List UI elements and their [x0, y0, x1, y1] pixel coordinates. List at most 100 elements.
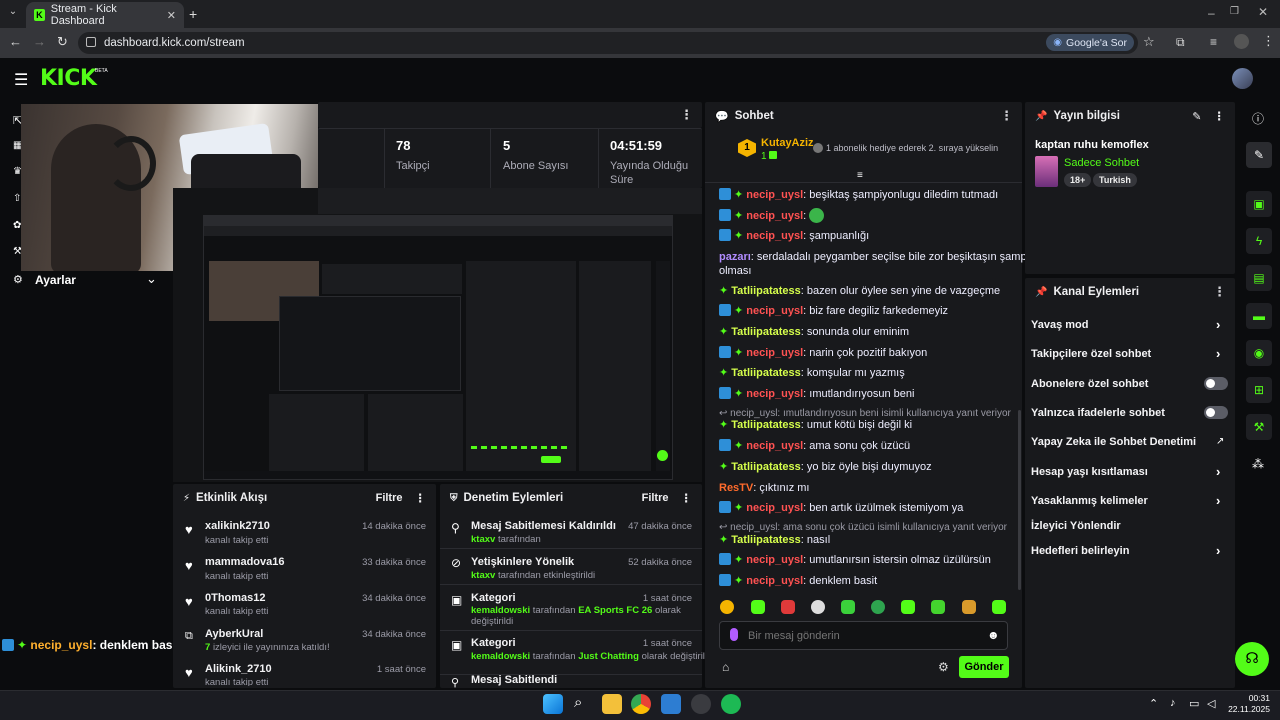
reading-list-icon[interactable]: ≡: [1210, 35, 1217, 49]
back-icon[interactable]: ←: [9, 34, 22, 49]
moderation-menu-icon[interactable]: ⋮: [681, 491, 693, 505]
chat-message[interactable]: ResTV: çıktınız mı: [719, 481, 810, 496]
google-ask-button[interactable]: ◉ Google'a Sor: [1046, 34, 1134, 51]
chat-message[interactable]: ✦ necip_uysl:: [719, 208, 825, 224]
action-banned-words[interactable]: Yasaklanmış kelimeler: [1031, 495, 1148, 507]
photos-icon[interactable]: [661, 694, 681, 714]
chevron-right-icon[interactable]: ›: [1216, 543, 1220, 558]
chevron-right-icon[interactable]: ›: [1216, 493, 1220, 508]
system-clock[interactable]: 00:31 22.11.2025: [1226, 693, 1270, 715]
action-raid[interactable]: İzleyici Yönlendir: [1031, 520, 1121, 532]
bolt-icon[interactable]: ϟ: [1246, 228, 1272, 254]
send-button[interactable]: Gönder: [959, 656, 1009, 678]
tray-mic-icon[interactable]: ♪: [1170, 697, 1176, 709]
chat-message[interactable]: ✦ necip_uysl: biz fare degiliz farkedeme…: [719, 304, 948, 319]
emote-icon[interactable]: [992, 600, 1006, 614]
search-icon[interactable]: ⌕: [574, 694, 582, 711]
chat-message[interactable]: ✦ necip_uysl: şampuanlığı: [719, 229, 869, 244]
leaderboard-user[interactable]: KutayAziz: [761, 137, 814, 149]
chat-message[interactable]: ✦ necip_uysl: ımutlandırıyosun beni: [719, 387, 914, 402]
file-explorer-icon[interactable]: [602, 694, 622, 714]
sidebar-item-settings[interactable]: Ayarlar: [35, 273, 76, 287]
edit-pencil-icon[interactable]: ✎: [1192, 110, 1201, 123]
chat-message[interactable]: ✦ Tatliipatatess: sonunda olur eminim: [719, 325, 909, 340]
action-ai-moderation[interactable]: Yapay Zeka ile Sohbet Denetimi: [1031, 436, 1196, 448]
chat-message[interactable]: pazarı: serdaladalı peygamber seçilse bi…: [719, 250, 1047, 265]
chevron-right-icon[interactable]: ›: [1216, 317, 1220, 332]
emote-icon[interactable]: [871, 600, 885, 614]
emote-icon[interactable]: [751, 600, 765, 614]
chat-message[interactable]: ✦ necip_uysl: beşiktaş şampiyonlugu dile…: [719, 188, 998, 203]
chat-menu-icon[interactable]: ⋮: [1000, 108, 1013, 124]
tray-chevron-icon[interactable]: ⌃: [1149, 697, 1158, 710]
chat-message[interactable]: ✦ Tatliipatatess: umut kötü bişi değil k…: [719, 418, 912, 433]
chat-message[interactable]: ✦ necip_uysl: ama sonu çok üzücü: [719, 439, 910, 454]
url-bar[interactable]: dashboard.kick.com/stream: [78, 32, 1138, 54]
chat-bubble-icon[interactable]: ▬: [1246, 303, 1272, 329]
chat-input[interactable]: [748, 626, 973, 645]
browser-menu-icon[interactable]: ⋮: [1262, 33, 1275, 49]
emote-icon[interactable]: [901, 600, 915, 614]
action-account-age[interactable]: Hesap yaşı kısıtlaması: [1031, 466, 1148, 478]
panels-icon[interactable]: ⊞: [1246, 377, 1272, 403]
site-info-icon[interactable]: [86, 37, 96, 47]
chat-message[interactable]: ✦ necip_uysl: denklem basit: [719, 574, 877, 589]
edit-layout-icon[interactable]: ✎: [1246, 142, 1272, 168]
stream-panel-menu-icon[interactable]: ⋮: [680, 107, 693, 123]
external-link-icon[interactable]: ↗: [1216, 436, 1224, 447]
emotes-only-toggle[interactable]: [1204, 406, 1228, 419]
subscribers-only-toggle[interactable]: [1204, 377, 1228, 390]
tray-network-icon[interactable]: ▭: [1189, 697, 1199, 710]
document-icon[interactable]: ▤: [1246, 265, 1272, 291]
emote-icon[interactable]: [962, 600, 976, 614]
kick-logo[interactable]: KICK: [40, 66, 97, 91]
chat-message[interactable]: ✦ Tatliipatatess: bazen olur öylee sen y…: [719, 284, 1000, 299]
tab-search-icon[interactable]: ⌄: [6, 6, 20, 20]
emote-icon[interactable]: [720, 600, 734, 614]
emote-icon[interactable]: [931, 600, 945, 614]
chat-message[interactable]: ✦ necip_uysl: umutlanırsın istersin olma…: [719, 553, 991, 568]
chrome-icon[interactable]: [631, 694, 651, 714]
channel-actions-menu-icon[interactable]: ⋮: [1213, 284, 1226, 300]
screenshot-icon[interactable]: ▣: [1246, 191, 1272, 217]
windows-start-icon[interactable]: [543, 694, 563, 714]
action-slow-mode[interactable]: Yavaş mod: [1031, 319, 1088, 331]
restore-icon[interactable]: ❐: [1230, 6, 1239, 17]
emoji-picker-icon[interactable]: ☻: [987, 628, 1000, 642]
reload-icon[interactable]: ↻: [57, 34, 68, 50]
forward-icon[interactable]: →: [33, 34, 46, 49]
emote-icon[interactable]: [811, 600, 825, 614]
chevron-down-icon[interactable]: ⌄: [146, 271, 157, 287]
activity-menu-icon[interactable]: ⋮: [415, 491, 427, 505]
minimize-icon[interactable]: –: [1208, 6, 1215, 20]
stream-info-menu-icon[interactable]: ⋮: [1214, 109, 1226, 123]
chat-message[interactable]: ✦ necip_uysl: narin çok pozitif bakıyon: [719, 346, 927, 361]
spotify-icon[interactable]: [721, 694, 741, 714]
tray-volume-icon[interactable]: ◁: [1207, 697, 1215, 710]
emote-icon[interactable]: [781, 600, 795, 614]
chat-settings-gear-icon[interactable]: ⚙: [938, 660, 949, 674]
emote-icon[interactable]: [841, 600, 855, 614]
tab-close-icon[interactable]: ✕: [167, 9, 176, 22]
chat-message[interactable]: ✦ Tatliipatatess: nasıl: [719, 533, 830, 548]
hamburger-menu-icon[interactable]: ☰: [14, 70, 28, 90]
extensions-icon[interactable]: ⧉: [1176, 35, 1185, 50]
activity-filter-button[interactable]: Filtre: [376, 492, 403, 504]
action-goals[interactable]: Hedefleri belirleyin: [1031, 545, 1129, 557]
store-icon[interactable]: ⌂: [722, 660, 729, 674]
chat-message[interactable]: ✦ Tatliipatatess: komşular mı yazmış: [719, 366, 905, 381]
tag-badge[interactable]: 18+: [1064, 173, 1092, 187]
chat-message[interactable]: ✦ Tatliipatatess: yo biz öyle bişi duymu…: [719, 460, 932, 475]
collapse-leaderboard-icon[interactable]: ≡: [857, 170, 863, 181]
broadcast-icon[interactable]: ◉: [1246, 340, 1272, 366]
category-thumbnail[interactable]: [1035, 156, 1058, 187]
browser-tab[interactable]: K Stream - Kick Dashboard ✕: [26, 2, 184, 28]
close-window-icon[interactable]: ✕: [1258, 5, 1268, 19]
category-link[interactable]: Sadece Sohbet: [1064, 157, 1139, 169]
wrench-icon[interactable]: ⚒: [1246, 414, 1272, 440]
chat-message[interactable]: ✦ necip_uysl: ben artık üzülmek istemiyo…: [719, 501, 963, 516]
tag-badge[interactable]: Turkish: [1093, 173, 1137, 187]
dots-cluster-icon[interactable]: ⁂: [1252, 457, 1264, 471]
microphone-icon[interactable]: [730, 628, 738, 641]
moderation-filter-button[interactable]: Filtre: [642, 492, 669, 504]
